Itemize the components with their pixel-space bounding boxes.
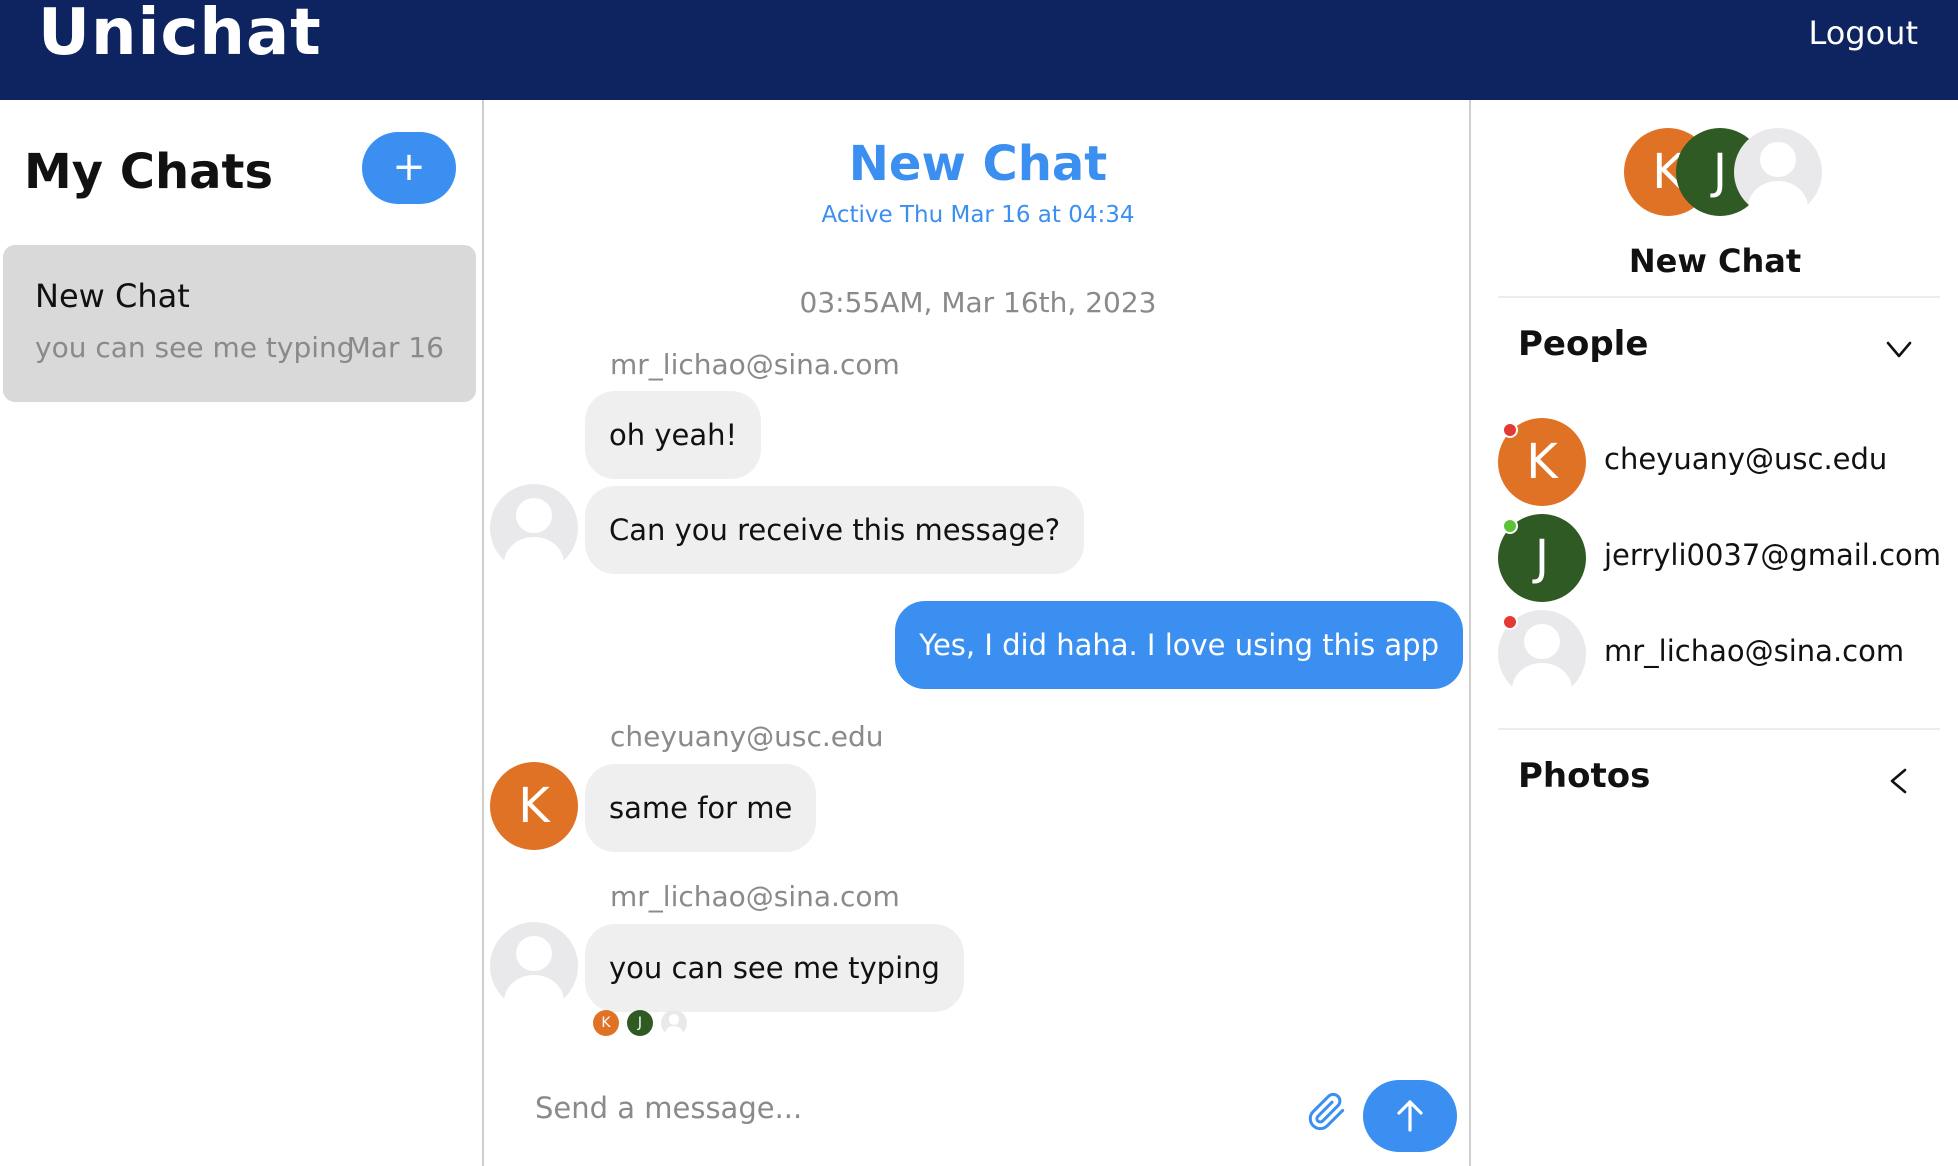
message-bubble: you can see me typing bbox=[585, 924, 964, 1012]
send-button[interactable] bbox=[1363, 1080, 1457, 1152]
read-receipt-avatar-k: K bbox=[593, 1010, 619, 1036]
message-input[interactable] bbox=[535, 1078, 1235, 1138]
chat-active-status: Active Thu Mar 16 at 04:34 bbox=[821, 202, 1135, 228]
my-chats-title: My Chats bbox=[24, 144, 274, 200]
chat-list-item[interactable]: New Chat you can see me typing Mar 16 bbox=[3, 245, 476, 402]
chat-feed: New Chat Active Thu Mar 16 at 04:34 03:5… bbox=[485, 100, 1471, 1166]
chat-avatar-group: K J bbox=[1624, 128, 1834, 218]
my-message-bubble: Yes, I did haha. I love using this app bbox=[895, 601, 1463, 689]
photos-section-header[interactable]: Photos bbox=[1518, 756, 1650, 796]
message-sender: mr_lichao@sina.com bbox=[610, 348, 900, 381]
read-receipt-avatar-j: J bbox=[627, 1010, 653, 1036]
avatar-placeholder bbox=[490, 922, 578, 1010]
person-email: mr_lichao@sina.com bbox=[1604, 634, 1905, 668]
chat-item-date: Mar 16 bbox=[346, 331, 444, 364]
plus-icon: + bbox=[392, 144, 426, 190]
app-logo: Unichat bbox=[38, 0, 322, 70]
chat-item-title: New Chat bbox=[35, 277, 190, 315]
person-row[interactable]: J jerryli0037@gmail.com bbox=[1498, 514, 1942, 602]
message-sender: cheyuany@usc.edu bbox=[610, 720, 884, 753]
chat-details-title: New Chat bbox=[1628, 242, 1802, 280]
avatar-placeholder bbox=[1734, 128, 1822, 216]
people-section-header[interactable]: People bbox=[1518, 324, 1648, 364]
status-dot bbox=[1502, 422, 1518, 438]
app-header: Unichat Logout bbox=[0, 0, 1958, 100]
new-chat-button[interactable]: + bbox=[362, 132, 456, 204]
chat-timestamp: 03:55AM, Mar 16th, 2023 bbox=[799, 286, 1157, 319]
status-dot bbox=[1502, 614, 1518, 630]
person-email: jerryli0037@gmail.com bbox=[1604, 538, 1942, 572]
person-email: cheyuany@usc.edu bbox=[1604, 442, 1888, 476]
message-sender: mr_lichao@sina.com bbox=[610, 880, 900, 913]
person-row[interactable]: K cheyuany@usc.edu bbox=[1498, 418, 1938, 506]
message-bubble: same for me bbox=[585, 764, 817, 852]
divider bbox=[1498, 728, 1940, 730]
chat-item-preview: you can see me typing bbox=[35, 331, 355, 364]
avatar-k: K bbox=[490, 762, 578, 850]
chevron-down-icon[interactable] bbox=[1884, 334, 1914, 364]
chat-list-sidebar: My Chats + New Chat you can see me typin… bbox=[0, 100, 484, 1166]
paperclip-icon[interactable] bbox=[1307, 1092, 1347, 1132]
message-bubble: oh yeah! bbox=[585, 391, 762, 479]
read-receipt-avatar-placeholder bbox=[661, 1010, 687, 1036]
read-receipts: K J bbox=[593, 1010, 713, 1038]
chevron-left-icon[interactable] bbox=[1884, 766, 1914, 796]
message-bubble: Can you receive this message? bbox=[585, 486, 1085, 574]
chat-title: New Chat bbox=[848, 136, 1108, 192]
avatar-placeholder bbox=[490, 484, 578, 572]
chat-details-panel: K J New Chat People K cheyuany@usc.edu J… bbox=[1472, 100, 1958, 1166]
divider bbox=[1498, 296, 1940, 298]
arrow-up-icon bbox=[1397, 1100, 1423, 1132]
logout-link[interactable]: Logout bbox=[1808, 14, 1918, 52]
person-row[interactable]: mr_lichao@sina.com bbox=[1498, 610, 1938, 698]
status-dot bbox=[1502, 518, 1518, 534]
